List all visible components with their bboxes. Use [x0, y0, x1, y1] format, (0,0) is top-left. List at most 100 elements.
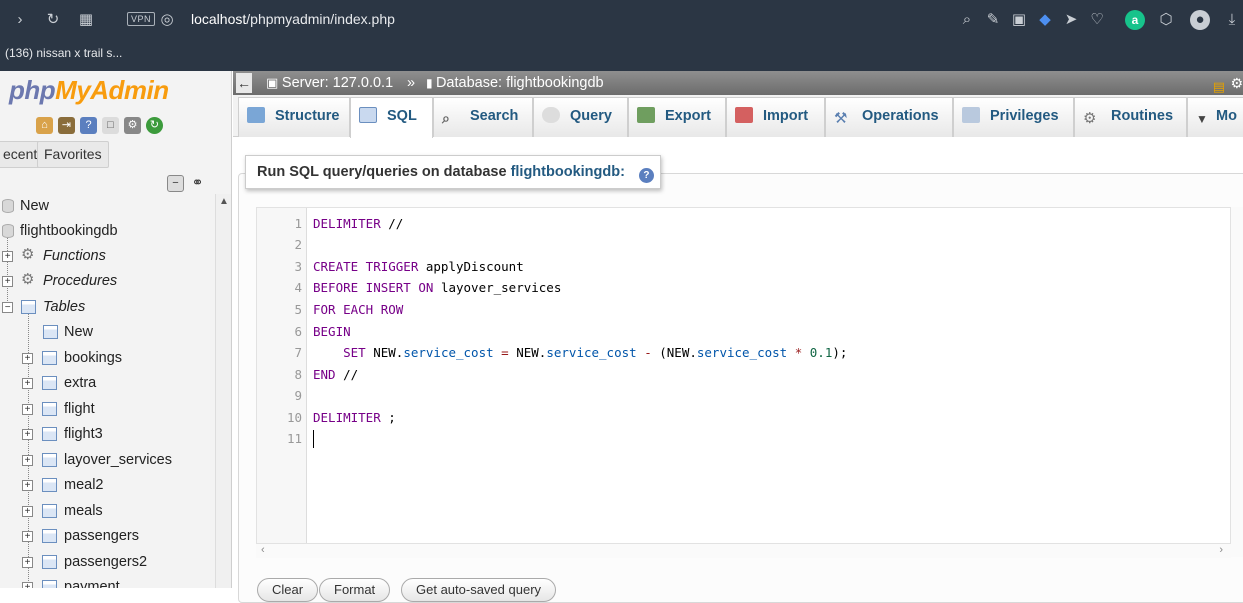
expand-icon[interactable]: + — [22, 378, 33, 389]
format-button[interactable]: Format — [319, 578, 391, 602]
shield-icon[interactable]: ◆ — [1035, 10, 1055, 30]
expand-icon[interactable]: + — [2, 251, 13, 262]
table-item[interactable]: + meals — [0, 500, 215, 525]
db-flightbookingdb[interactable]: flightbookingdb — [0, 220, 215, 245]
back-arrow-icon[interactable]: ← — [236, 73, 252, 93]
tab-search[interactable]: ⌕ Search — [433, 97, 533, 137]
expand-icon[interactable]: + — [22, 506, 33, 517]
new-table-item[interactable]: New — [0, 321, 215, 346]
zoom-icon[interactable]: ⌕ — [957, 10, 977, 30]
settings-gear-icon[interactable]: ⚙ — [124, 117, 141, 134]
breadcrumb-database[interactable]: ▮ Database: flightbookingdb — [426, 71, 604, 95]
profile-avatar-icon[interactable]: ● — [1190, 10, 1210, 30]
table-item[interactable]: + layover_services — [0, 449, 215, 474]
expand-icon[interactable]: + — [22, 531, 33, 542]
table-item[interactable]: + meal2 — [0, 474, 215, 499]
vpn-badge[interactable]: VPN — [127, 12, 156, 26]
collapse-icon[interactable]: − — [2, 302, 13, 313]
bookmark-item[interactable]: (136) nissan x trail s... — [5, 46, 122, 60]
expand-icon[interactable]: + — [22, 353, 33, 364]
clear-button[interactable]: Clear — [257, 578, 319, 602]
tables-item[interactable]: − Tables — [0, 296, 215, 321]
expand-icon[interactable]: + — [22, 429, 33, 440]
address-bar[interactable]: localhost/phpmyadmin/index.php — [191, 11, 395, 27]
expand-icon[interactable]: + — [22, 404, 33, 415]
table-icon — [42, 504, 57, 518]
tabs-grid-icon[interactable]: ▦ — [76, 10, 96, 30]
link-icon[interactable]: ⚭ — [189, 175, 206, 192]
cube-icon[interactable]: ⬡ — [1156, 10, 1176, 30]
functions-item[interactable]: + ⚙ Functions — [0, 245, 215, 270]
expand-icon[interactable]: + — [22, 582, 33, 588]
line-number: 6 — [294, 324, 302, 339]
help-icon[interactable]: ? — [80, 117, 97, 134]
settings-gear-icon[interactable]: ⚙ — [1230, 71, 1243, 95]
scroll-left-icon[interactable]: ‹ — [261, 544, 265, 556]
tab-operations[interactable]: ⚒ Operations — [825, 97, 953, 137]
table-item[interactable]: + flight3 — [0, 423, 215, 448]
tab-label: Mo — [1216, 108, 1237, 124]
new-database-item[interactable]: New — [0, 195, 215, 220]
table-item[interactable]: + bookings — [0, 347, 215, 372]
line-number: 11 — [286, 431, 302, 446]
functions-icon: ⚙ — [21, 246, 35, 263]
url-host: localhost — [191, 11, 247, 27]
help-icon[interactable]: ? — [638, 168, 654, 183]
tab-structure[interactable]: Structure — [238, 97, 350, 137]
tab-more[interactable]: ▼ Mo — [1187, 97, 1243, 137]
tab-routines[interactable]: ⚙ Routines — [1074, 97, 1187, 137]
query-icon — [542, 107, 560, 123]
tab-query[interactable]: Query — [533, 97, 628, 137]
sql-editor[interactable]: 1 2 3 4 5 6 7 8 9 10 11 DELIMITER // CRE… — [256, 207, 1231, 544]
edit-icon[interactable]: ✎ — [983, 10, 1003, 30]
editor-horizontal-scrollbar[interactable]: ‹ › — [256, 544, 1231, 558]
database-label: Database: flightbookingdb — [435, 75, 604, 91]
tab-export[interactable]: Export — [628, 97, 726, 137]
send-icon[interactable]: ➤ — [1061, 10, 1081, 30]
editor-vertical-scrollbar[interactable] — [1231, 207, 1243, 557]
expand-icon[interactable]: + — [22, 455, 33, 466]
table-item[interactable]: + passengers — [0, 525, 215, 550]
phpmyadmin-logo[interactable]: phpMyAdmin — [9, 75, 169, 106]
forward-icon[interactable]: › — [10, 10, 30, 30]
refresh-icon[interactable]: ↻ — [146, 117, 163, 134]
nav-scrollbar[interactable]: ▲ — [215, 194, 231, 588]
collapse-all-icon[interactable]: − — [167, 175, 184, 192]
table-item[interactable]: + passengers2 — [0, 551, 215, 576]
query-db-name[interactable]: flightbookingdb: — [511, 164, 625, 180]
expand-icon[interactable]: + — [22, 480, 33, 491]
scroll-up-icon[interactable]: ▲ — [219, 196, 229, 207]
table-item[interactable]: + flight — [0, 398, 215, 423]
docs-icon[interactable]: □ — [102, 117, 119, 134]
table-item[interactable]: + extra — [0, 372, 215, 397]
new-db-icon — [2, 199, 14, 213]
line-gutter: 1 2 3 4 5 6 7 8 9 10 11 — [257, 208, 307, 543]
extension-icon[interactable]: a — [1125, 10, 1145, 30]
expand-icon[interactable]: + — [22, 557, 33, 568]
table-icon — [42, 555, 57, 569]
sql-icon — [359, 107, 377, 123]
tab-import[interactable]: Import — [726, 97, 825, 137]
tab-sql[interactable]: SQL — [350, 97, 433, 138]
camera-icon[interactable]: ▣ — [1009, 10, 1029, 30]
table-item[interactable]: + payment — [0, 576, 215, 588]
favorites-tab[interactable]: Favorites — [37, 141, 109, 168]
code-line-4: BEFORE INSERT ON layover_services — [313, 280, 562, 295]
scroll-right-icon[interactable]: › — [1219, 544, 1223, 556]
heart-icon[interactable]: ♡ — [1087, 10, 1107, 30]
reload-icon[interactable]: ↻ — [43, 10, 63, 30]
table-icon — [42, 427, 57, 441]
get-auto-saved-query-button[interactable]: Get auto-saved query — [401, 578, 557, 602]
home-icon[interactable]: ⌂ — [36, 117, 53, 134]
code-line-10: DELIMITER ; — [313, 410, 396, 425]
procedures-item[interactable]: + ⚙ Procedures — [0, 270, 215, 295]
text-cursor — [313, 430, 314, 448]
expand-icon[interactable]: + — [2, 276, 13, 287]
logo-myadmin: MyAdmin — [55, 75, 169, 105]
download-icon[interactable]: ⤓ — [1222, 10, 1242, 30]
line-number: 3 — [294, 259, 302, 274]
tab-privileges[interactable]: Privileges — [953, 97, 1074, 137]
logout-icon[interactable]: ⇥ — [58, 117, 75, 134]
privileges-icon — [962, 107, 980, 123]
breadcrumb-server[interactable]: ▣ Server: 127.0.0.1 — [266, 71, 393, 95]
